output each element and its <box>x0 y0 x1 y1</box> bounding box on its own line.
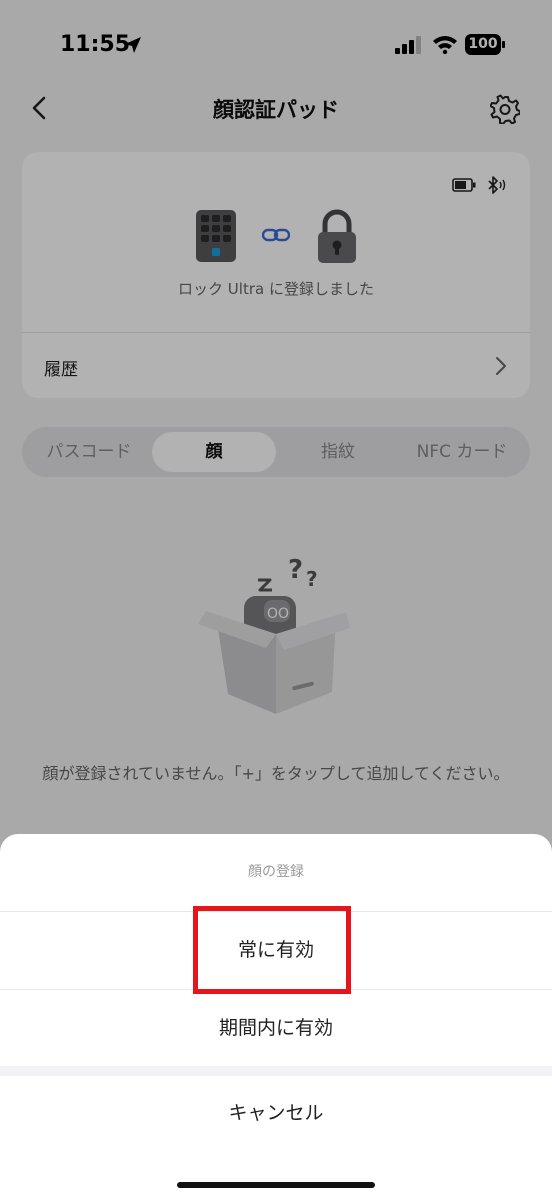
home-indicator[interactable] <box>177 1182 375 1188</box>
sheet-separator <box>0 1066 552 1076</box>
action-sheet-title: 顔の登録 <box>248 864 304 880</box>
option-valid-within-period[interactable]: 期間内に有効 <box>0 990 552 1067</box>
cancel-button[interactable]: キャンセル <box>0 1076 552 1150</box>
highlight-box <box>193 906 351 994</box>
action-sheet: 顔の登録 常に有効 期間内に有効 キャンセル <box>0 834 552 1200</box>
